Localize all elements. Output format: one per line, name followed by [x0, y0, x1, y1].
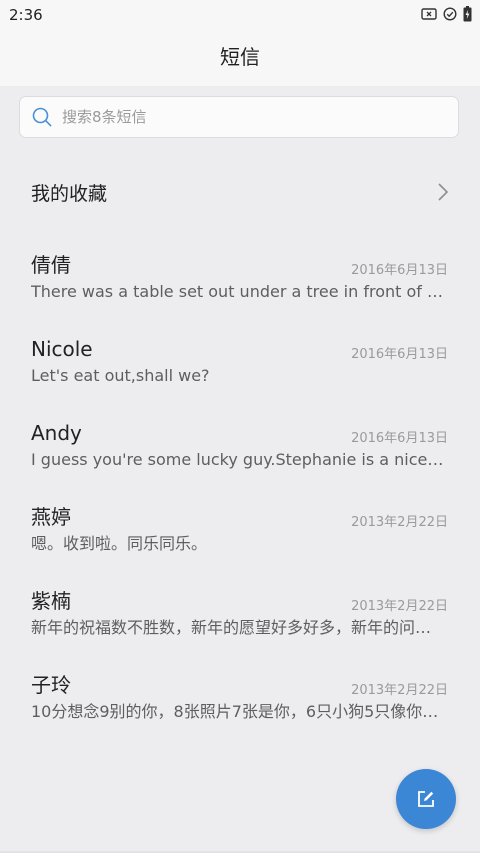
- chevron-right-icon: [438, 183, 449, 201]
- conversation-item[interactable]: Nicole 2016年6月13日 Let's eat out,shall we…: [0, 335, 480, 419]
- conversation-date: 2013年2月22日: [351, 683, 448, 698]
- search-icon: [32, 107, 52, 127]
- search-placeholder: 搜索8条短信: [62, 108, 147, 126]
- conversation-name: 子玲: [31, 673, 71, 697]
- sync-check-icon: [443, 7, 457, 21]
- conversation-snippet: Let's eat out,shall we?: [31, 366, 210, 385]
- conversation-date: 2016年6月13日: [351, 431, 448, 446]
- conversation-item[interactable]: 紫楠 2013年2月22日 新年的祝福数不胜数，新年的愿望好多好多，新年的问候一…: [0, 587, 480, 671]
- conversation-date: 2016年6月13日: [351, 263, 448, 278]
- status-time: 2:36: [9, 6, 43, 24]
- conversation-snippet: I guess you're some lucky guy.Stephanie …: [31, 450, 447, 469]
- favorites-label: 我的收藏: [31, 183, 108, 205]
- conversation-snippet: 10分想念9别的你，8张照片7张是你，6只小狗5只像你，4个季节3个有你: [31, 702, 447, 721]
- conversation-item[interactable]: 倩倩 2016年6月13日 There was a table set out …: [0, 251, 480, 335]
- compose-icon: [418, 791, 434, 807]
- conversation-date: 2016年6月13日: [351, 347, 448, 362]
- conversation-name: 燕婷: [31, 505, 71, 529]
- compose-button[interactable]: [396, 769, 456, 829]
- conversation-item[interactable]: 燕婷 2013年2月22日 嗯。收到啦。同乐同乐。: [0, 503, 480, 587]
- favorites-row[interactable]: 我的收藏: [0, 160, 480, 224]
- search-input[interactable]: 搜索8条短信: [19, 96, 459, 138]
- conversation-snippet: 嗯。收到啦。同乐同乐。: [31, 534, 208, 553]
- conversation-item[interactable]: Andy 2016年6月13日 I guess you're some luck…: [0, 419, 480, 503]
- status-icons: [421, 6, 472, 22]
- sim-card-icon: [421, 8, 437, 20]
- conversation-name: 紫楠: [31, 589, 71, 613]
- conversation-name: 倩倩: [31, 253, 71, 277]
- status-bar: 2:36: [0, 0, 480, 28]
- page-title: 短信: [220, 45, 260, 69]
- conversation-snippet: 新年的祝福数不胜数，新年的愿望好多好多，新年的问候一个接一个: [31, 618, 447, 637]
- battery-charging-icon: [463, 6, 472, 22]
- conversation-item[interactable]: 子玲 2013年2月22日 10分想念9别的你，8张照片7张是你，6只小狗5只像…: [0, 671, 480, 755]
- title-bar: 短信: [0, 28, 480, 86]
- conversation-date: 2013年2月22日: [351, 599, 448, 614]
- conversation-name: Andy: [31, 421, 82, 445]
- conversation-name: Nicole: [31, 337, 93, 361]
- conversation-date: 2013年2月22日: [351, 515, 448, 530]
- conversation-snippet: There was a table set out under a tree i…: [31, 282, 447, 301]
